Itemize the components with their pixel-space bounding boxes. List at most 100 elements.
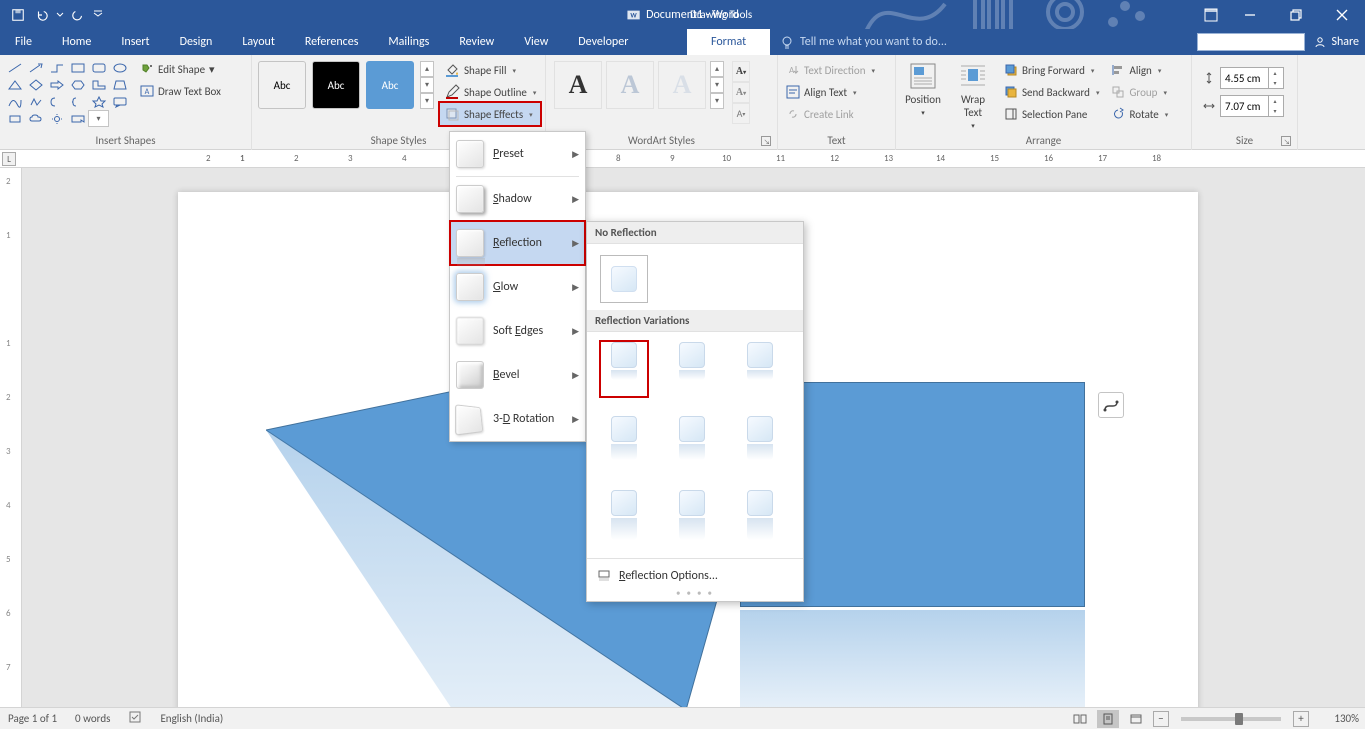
web-layout-button[interactable] bbox=[1125, 710, 1147, 728]
proofing-icon[interactable] bbox=[128, 710, 142, 727]
style-thumb-1[interactable]: Abc bbox=[258, 61, 306, 109]
shape-sun-icon[interactable] bbox=[46, 110, 67, 127]
search-box[interactable] bbox=[1197, 33, 1305, 51]
redo-icon[interactable] bbox=[66, 3, 90, 27]
reflection-var-2[interactable] bbox=[669, 342, 715, 396]
shape-roundrect-icon[interactable] bbox=[88, 59, 109, 76]
wa-gallery-more-icon[interactable]: ▾ bbox=[710, 93, 724, 109]
shape-banner-icon[interactable] bbox=[67, 110, 88, 127]
zoom-level[interactable]: 130% bbox=[1315, 712, 1359, 725]
wa-gallery-down-icon[interactable]: ▾ bbox=[710, 77, 724, 93]
height-input[interactable]: 4.55 cm▴▾ bbox=[1220, 67, 1284, 89]
align-text-button[interactable]: Align Text▾ bbox=[782, 81, 879, 103]
shape-lshape-icon[interactable] bbox=[88, 76, 109, 93]
size-dialog-launcher[interactable] bbox=[1281, 136, 1291, 146]
tab-review[interactable]: Review bbox=[444, 29, 509, 55]
tab-format[interactable]: Format bbox=[687, 29, 770, 55]
shape-rarrow-icon[interactable] bbox=[46, 76, 67, 93]
tab-design[interactable]: Design bbox=[165, 29, 228, 55]
fx-shadow[interactable]: Shadow▶ bbox=[450, 177, 585, 221]
minimize-button[interactable] bbox=[1227, 0, 1273, 29]
shape-flowchart-icon[interactable] bbox=[4, 110, 25, 127]
tab-view[interactable]: View bbox=[509, 29, 563, 55]
fx-3d-rotation[interactable]: 3-D Rotation▶ bbox=[450, 397, 585, 441]
restore-button[interactable] bbox=[1273, 0, 1319, 29]
shape-more-icon[interactable]: ▾ bbox=[88, 110, 109, 127]
tab-file[interactable]: File bbox=[0, 29, 47, 55]
reflection-options-button[interactable]: Reflection Options... bbox=[587, 563, 803, 589]
close-button[interactable] bbox=[1319, 0, 1365, 29]
tab-layout[interactable]: Layout bbox=[227, 29, 290, 55]
reflection-var-8[interactable] bbox=[669, 490, 715, 544]
zoom-slider[interactable] bbox=[1181, 717, 1281, 721]
gallery-more-icon[interactable]: ▾ bbox=[420, 93, 434, 109]
share-button[interactable]: Share bbox=[1313, 35, 1359, 49]
selection-pane-button[interactable]: Selection Pane bbox=[1000, 103, 1103, 125]
width-up-icon[interactable]: ▴ bbox=[1268, 96, 1281, 106]
group-button[interactable]: Group▾ bbox=[1107, 81, 1172, 103]
fx-bevel[interactable]: Bevel▶ bbox=[450, 353, 585, 397]
shape-outline-button[interactable]: Shape Outline▾ bbox=[440, 81, 540, 103]
create-link-button[interactable]: Create Link bbox=[782, 103, 879, 125]
shape-rect-icon[interactable] bbox=[67, 59, 88, 76]
wordart-gallery[interactable]: A A A ▴ ▾ ▾ bbox=[550, 57, 728, 113]
wrap-text-button[interactable]: Wrap Text▾ bbox=[950, 57, 996, 134]
undo-icon[interactable] bbox=[30, 3, 54, 27]
shape-brace-icon[interactable] bbox=[67, 93, 88, 110]
reflection-var-6[interactable] bbox=[737, 416, 783, 470]
zoom-in-button[interactable]: + bbox=[1293, 711, 1309, 727]
shape-elbow-icon[interactable] bbox=[46, 59, 67, 76]
reflection-var-4[interactable] bbox=[601, 416, 647, 470]
fx-soft-edges[interactable]: Soft Edges▶ bbox=[450, 309, 585, 353]
shape-arrow-icon[interactable] bbox=[25, 59, 46, 76]
style-thumb-3[interactable]: Abc bbox=[366, 61, 414, 109]
rotate-button[interactable]: Rotate▾ bbox=[1107, 103, 1172, 125]
shape-oval-icon[interactable] bbox=[109, 59, 130, 76]
width-down-icon[interactable]: ▾ bbox=[1268, 106, 1281, 116]
zoom-thumb[interactable] bbox=[1235, 713, 1243, 725]
shape-curve-icon[interactable] bbox=[4, 93, 25, 110]
shape-hexagon-icon[interactable] bbox=[67, 76, 88, 93]
reflection-var-9[interactable] bbox=[737, 490, 783, 544]
page-indicator[interactable]: Page 1 of 1 bbox=[8, 712, 57, 725]
text-direction-button[interactable]: A Text Direction▾ bbox=[782, 59, 879, 81]
text-outline-button[interactable]: A▾ bbox=[732, 82, 750, 103]
bring-forward-button[interactable]: Bring Forward▾ bbox=[1000, 59, 1103, 81]
reflection-var-7[interactable] bbox=[601, 490, 647, 544]
align-button[interactable]: Align▾ bbox=[1107, 59, 1172, 81]
gallery-down-icon[interactable]: ▾ bbox=[420, 77, 434, 93]
save-icon[interactable] bbox=[6, 3, 30, 27]
ruler-vertical[interactable]: 2112345678 bbox=[0, 168, 22, 707]
tab-developer[interactable]: Developer bbox=[563, 29, 643, 55]
fx-reflection[interactable]: Reflection▶ bbox=[450, 221, 585, 265]
shape-fill-button[interactable]: Shape Fill▾ bbox=[440, 59, 540, 81]
wordart-thumb-2[interactable]: A bbox=[606, 61, 654, 109]
layout-options-button[interactable] bbox=[1098, 392, 1124, 418]
word-count[interactable]: 0 words bbox=[75, 712, 110, 725]
wordart-thumb-1[interactable]: A bbox=[554, 61, 602, 109]
shape-trapezoid-icon[interactable] bbox=[109, 76, 130, 93]
shape-triangle-icon[interactable] bbox=[4, 76, 25, 93]
text-effects-button[interactable]: A▾ bbox=[732, 103, 750, 124]
read-mode-button[interactable] bbox=[1069, 710, 1091, 728]
tab-home[interactable]: Home bbox=[47, 29, 106, 55]
shape-star-icon[interactable] bbox=[88, 93, 109, 110]
fx-preset[interactable]: Preset▶ bbox=[450, 132, 585, 176]
shapes-gallery[interactable]: ▾ bbox=[4, 57, 132, 129]
shape-freeform-icon[interactable] bbox=[25, 93, 46, 110]
ruler-horizontal[interactable]: L 12123456789101112131415161718 bbox=[0, 150, 1365, 168]
shape-style-gallery[interactable]: Abc Abc Abc ▴ ▾ ▾ bbox=[256, 57, 436, 113]
language-indicator[interactable]: English (India) bbox=[160, 712, 223, 725]
edit-shape-button[interactable]: Edit Shape▾ bbox=[136, 59, 225, 79]
reflection-var-1[interactable] bbox=[601, 342, 647, 396]
gallery-up-icon[interactable]: ▴ bbox=[420, 61, 434, 77]
flyout-grip[interactable]: • • • • bbox=[587, 589, 803, 597]
shape-effects-button[interactable]: Shape Effects▾ bbox=[440, 103, 540, 125]
ribbon-display-options-icon[interactable] bbox=[1199, 3, 1223, 27]
undo-dropdown-icon[interactable] bbox=[54, 3, 66, 27]
tab-insert[interactable]: Insert bbox=[106, 29, 164, 55]
print-layout-button[interactable] bbox=[1097, 710, 1119, 728]
wa-gallery-up-icon[interactable]: ▴ bbox=[710, 61, 724, 77]
style-thumb-2[interactable]: Abc bbox=[312, 61, 360, 109]
wordart-thumb-3[interactable]: A bbox=[658, 61, 706, 109]
